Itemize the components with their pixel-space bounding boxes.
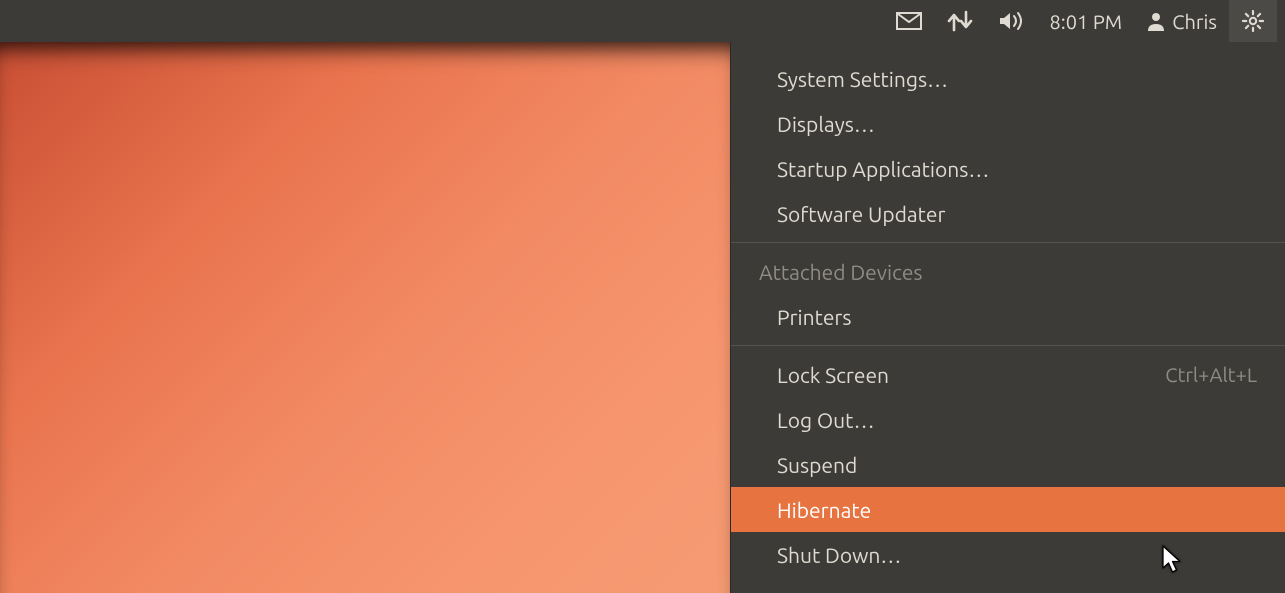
menu-separator — [731, 242, 1285, 243]
menu-item-shut-down[interactable]: Shut Down… — [731, 532, 1285, 577]
menu-item-label: Displays… — [777, 112, 875, 136]
user-name-text: Chris — [1172, 10, 1217, 33]
menu-item-shortcut: Ctrl+Alt+L — [1165, 363, 1257, 386]
menu-item-label: Suspend — [777, 453, 857, 477]
user-icon — [1146, 11, 1166, 31]
mail-indicator[interactable] — [884, 0, 934, 42]
clock-indicator[interactable]: 8:01 PM — [1038, 0, 1135, 42]
menu-item-label: Printers — [777, 305, 852, 329]
menu-header-attached-devices: Attached Devices — [731, 249, 1285, 294]
system-menu-dropdown: System Settings… Displays… Startup Appli… — [730, 42, 1285, 593]
top-menu-bar: 8:01 PM Chris — [0, 0, 1285, 42]
menu-item-label: System Settings… — [777, 67, 948, 91]
network-indicator[interactable] — [934, 0, 986, 42]
gear-icon — [1241, 9, 1265, 33]
menu-item-label: Lock Screen — [777, 363, 889, 387]
menu-item-displays[interactable]: Displays… — [731, 101, 1285, 146]
menu-item-software-updater[interactable]: Software Updater — [731, 191, 1285, 236]
menu-separator — [731, 345, 1285, 346]
menu-item-lock-screen[interactable]: Lock Screen Ctrl+Alt+L — [731, 352, 1285, 397]
user-menu[interactable]: Chris — [1134, 0, 1229, 42]
system-menu-button[interactable] — [1229, 0, 1277, 42]
network-updown-icon — [946, 10, 974, 32]
desktop-wallpaper — [0, 42, 730, 593]
menu-item-log-out[interactable]: Log Out… — [731, 397, 1285, 442]
menu-item-label: Startup Applications… — [777, 157, 989, 181]
menu-item-label: Software Updater — [777, 202, 945, 226]
menu-header-label: Attached Devices — [759, 260, 923, 284]
menu-item-label: Log Out… — [777, 408, 875, 432]
menu-item-hibernate[interactable]: Hibernate — [731, 487, 1285, 532]
menu-item-suspend[interactable]: Suspend — [731, 442, 1285, 487]
menu-item-printers[interactable]: Printers — [731, 294, 1285, 339]
menu-item-label: Shut Down… — [777, 543, 901, 567]
sound-indicator[interactable] — [986, 0, 1038, 42]
envelope-icon — [896, 12, 922, 30]
clock-text: 8:01 PM — [1050, 10, 1123, 33]
menu-item-label: Hibernate — [777, 498, 871, 522]
menu-item-startup-applications[interactable]: Startup Applications… — [731, 146, 1285, 191]
menu-item-system-settings[interactable]: System Settings… — [731, 56, 1285, 101]
speaker-icon — [998, 10, 1026, 32]
